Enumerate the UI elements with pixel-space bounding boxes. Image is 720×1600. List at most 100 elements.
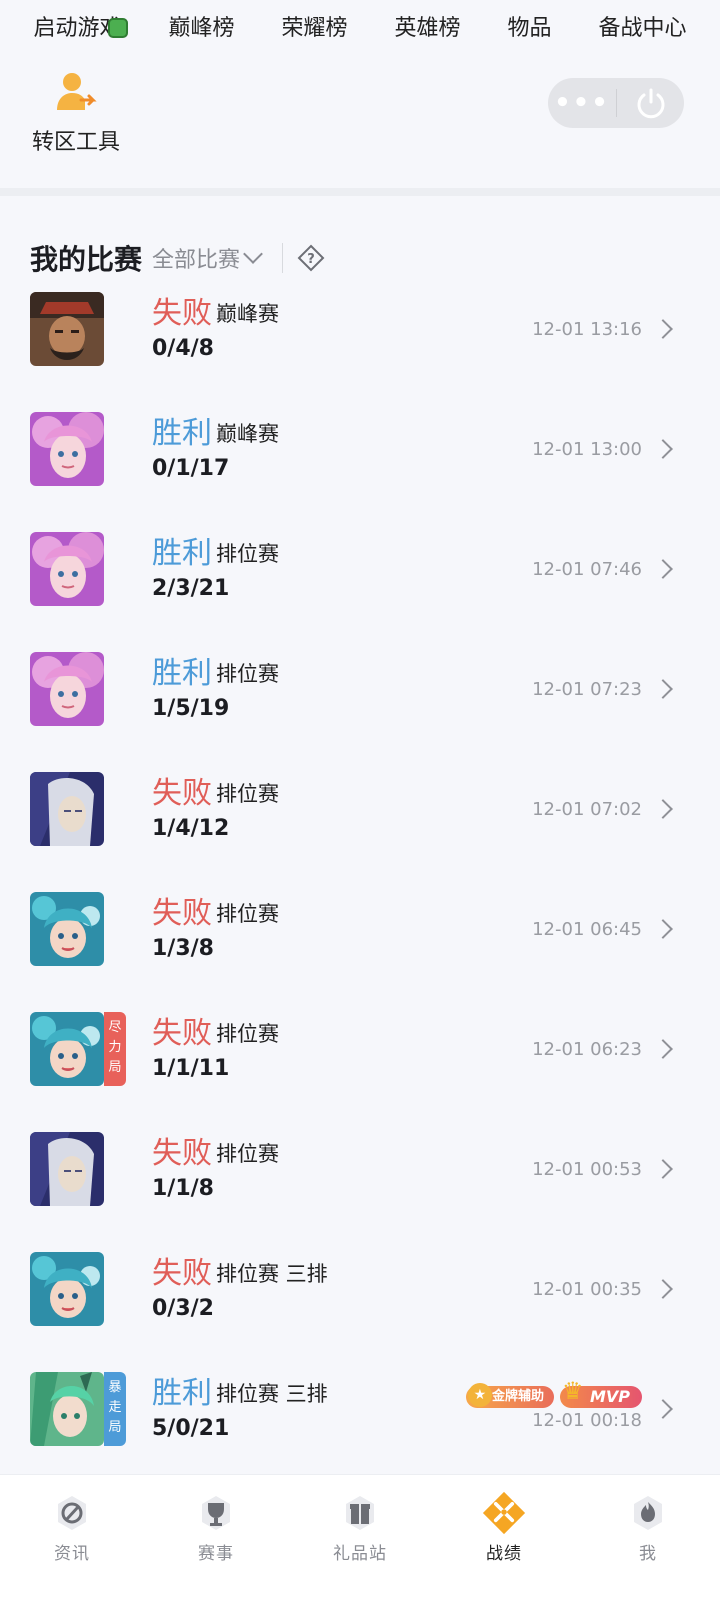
match-mode: 排位赛 (216, 662, 279, 686)
filter-label: 全部比赛 (152, 248, 241, 273)
match-result: 胜利 (152, 656, 212, 691)
power-icon (637, 88, 664, 119)
nav-label: 英雄榜 (394, 16, 461, 41)
match-result: 胜利 (152, 1376, 212, 1411)
match-mode: 巅峰赛 (216, 422, 279, 446)
match-row[interactable]: 胜利 排位赛 1/5/19 12-01 07:23 (0, 652, 720, 772)
nav-start-game[interactable]: 启动游戏 (33, 10, 128, 42)
match-mode: 排位赛 (216, 1022, 279, 1046)
match-list: 失败 巅峰赛 0/4/8 12-01 13:16 胜利 巅峰赛 0/1/17 12-01 13… (0, 292, 720, 1492)
hero-avatar (30, 1012, 104, 1086)
nav-label: 荣耀榜 (281, 16, 348, 41)
chevron-down-icon (243, 244, 263, 264)
match-kda: 0/1/17 (152, 456, 230, 481)
transfer-user-icon (53, 70, 99, 116)
match-result: 失败 (152, 896, 212, 931)
match-row[interactable]: 失败 排位赛 1/1/8 12-01 00:53 (0, 1132, 720, 1252)
section-divider (0, 188, 720, 196)
top-nav: 启动游戏 巅峰榜 荣耀榜 英雄榜 物品 备战中心 (0, 0, 720, 52)
match-mode: 排位赛 (216, 542, 279, 566)
more-button[interactable]: ••• (548, 88, 616, 118)
hero-avatar (30, 292, 104, 366)
transfer-tool-button[interactable]: 转区工具 (26, 70, 126, 156)
match-kda: 2/3/21 (152, 576, 230, 601)
match-time: 12-01 07:02 (532, 799, 642, 820)
gold-support-badge: 金牌辅助 (465, 1383, 554, 1408)
match-result: 失败 (152, 1016, 212, 1051)
match-mode: 排位赛 (216, 902, 279, 926)
hero-avatar (30, 1372, 104, 1446)
tab-label: 礼品站 (333, 1544, 387, 1564)
match-row[interactable]: 胜利 排位赛 2/3/21 12-01 07:46 (0, 532, 720, 652)
match-result: 失败 (152, 296, 212, 331)
chevron-right-icon (653, 679, 673, 699)
match-time: 12-01 07:46 (532, 559, 642, 580)
hero-avatar (30, 1252, 104, 1326)
match-row[interactable]: 尽力局 失败 排位赛 1/1/11 12-01 06:23 (0, 1012, 720, 1132)
hero-avatar (30, 1132, 104, 1206)
match-row[interactable]: 失败 排位赛 三排 0/3/2 12-01 00:35 (0, 1252, 720, 1372)
tab-gifts[interactable]: 礼品站 (310, 1491, 410, 1600)
nav-label: 备战中心 (598, 16, 687, 41)
nav-items[interactable]: 物品 (507, 10, 551, 42)
match-kda: 1/5/19 (152, 696, 230, 721)
tab-me[interactable]: 我 (598, 1491, 698, 1600)
svg-text:?: ? (307, 252, 315, 267)
match-kda: 0/3/2 (152, 1296, 214, 1321)
tab-events[interactable]: 赛事 (166, 1491, 266, 1600)
section-title: 我的比赛 (30, 243, 143, 276)
chevron-right-icon (653, 439, 673, 459)
match-row[interactable]: 胜利 巅峰赛 0/1/17 12-01 13:00 (0, 412, 720, 532)
chevron-right-icon (653, 919, 673, 939)
hero-avatar (30, 652, 104, 726)
match-filter-dropdown[interactable]: 全部比赛 (152, 242, 263, 274)
match-time: 12-01 00:53 (532, 1159, 642, 1180)
tab-news[interactable]: 资讯 (22, 1491, 122, 1600)
match-time: 12-01 06:23 (532, 1039, 642, 1060)
nav-peak-rank[interactable]: 巅峰榜 (168, 10, 234, 42)
match-kda: 1/3/8 (152, 936, 214, 961)
tag-char: 暴 (108, 1380, 122, 1395)
nav-hero-rank[interactable]: 英雄榜 (394, 10, 460, 42)
tab-label: 资讯 (54, 1544, 90, 1564)
match-time: 12-01 00:35 (532, 1279, 642, 1300)
match-time: 12-01 07:23 (532, 679, 642, 700)
tab-label: 我 (639, 1544, 657, 1564)
match-time: 12-01 13:00 (532, 439, 642, 460)
profile-icon (626, 1491, 670, 1535)
close-power-button[interactable] (617, 78, 684, 128)
match-kda: 5/0/21 (152, 1416, 230, 1441)
match-mode: 排位赛 (216, 782, 279, 806)
match-kda: 1/1/8 (152, 1176, 214, 1201)
match-kda: 0/4/8 (152, 336, 214, 361)
match-kda: 1/4/12 (152, 816, 230, 841)
tools-row: 转区工具 ••• (0, 52, 720, 190)
tag-char: 力 (108, 1040, 122, 1055)
tab-records[interactable]: 战绩 (454, 1491, 554, 1600)
hero-avatar (30, 412, 104, 486)
trophy-icon (194, 1491, 238, 1535)
match-mode: 排位赛 三排 (216, 1262, 328, 1286)
nav-prep-center[interactable]: 备战中心 (598, 10, 686, 42)
match-result: 胜利 (152, 536, 212, 571)
chevron-right-icon (653, 1039, 673, 1059)
chevron-right-icon (653, 799, 673, 819)
chevron-right-icon (653, 1279, 673, 1299)
match-time: 12-01 06:45 (532, 919, 642, 940)
match-result: 失败 (152, 776, 212, 811)
help-icon[interactable]: ? (297, 244, 325, 272)
match-row[interactable]: 失败 排位赛 1/4/12 12-01 07:02 (0, 772, 720, 892)
match-badges: 金牌辅助MVP (465, 1380, 642, 1408)
mvp-badge: MVP (559, 1380, 642, 1408)
match-mode: 排位赛 (216, 1142, 279, 1166)
header-divider (282, 243, 284, 273)
chevron-right-icon (653, 319, 673, 339)
match-row[interactable]: 失败 排位赛 1/3/8 12-01 06:45 (0, 892, 720, 1012)
transfer-tool-label: 转区工具 (31, 130, 120, 155)
nav-label: 巅峰榜 (168, 16, 235, 41)
match-row[interactable]: 失败 巅峰赛 0/4/8 12-01 13:16 (0, 292, 720, 412)
nav-glory-rank[interactable]: 荣耀榜 (281, 10, 347, 42)
nav-label: 物品 (507, 16, 552, 41)
gift-icon (338, 1491, 382, 1535)
news-icon (50, 1491, 94, 1535)
